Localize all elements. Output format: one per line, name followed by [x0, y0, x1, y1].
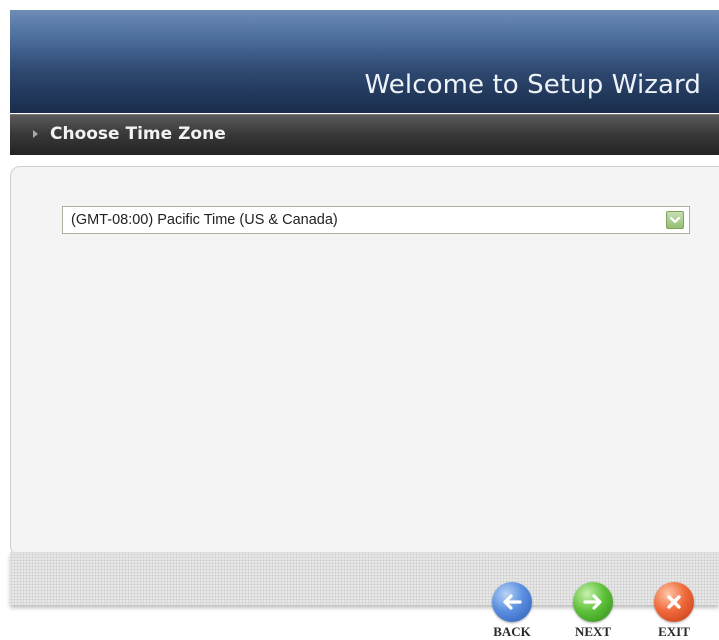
wizard-header: Welcome to Setup Wizard	[10, 10, 719, 113]
exit-label[interactable]: EXIT	[647, 624, 701, 640]
exit-button[interactable]: EXIT	[647, 582, 701, 640]
section-title: Choose Time Zone	[50, 124, 226, 144]
back-label[interactable]: BACK	[485, 624, 539, 640]
timezone-select[interactable]: (GMT-08:00) Pacific Time (US & Canada)	[62, 206, 690, 234]
exit-circle[interactable]	[654, 582, 694, 622]
page-title: Welcome to Setup Wizard	[364, 70, 701, 100]
chevron-down-icon	[669, 216, 681, 224]
next-button[interactable]: NEXT	[566, 582, 620, 640]
next-circle[interactable]	[573, 582, 613, 622]
back-circle[interactable]	[492, 582, 532, 622]
close-icon	[667, 595, 681, 609]
next-label[interactable]: NEXT	[566, 624, 620, 640]
timezone-value: (GMT-08:00) Pacific Time (US & Canada)	[71, 212, 338, 228]
arrow-right-icon	[583, 594, 602, 610]
arrow-right-icon	[33, 130, 38, 138]
section-bar: Choose Time Zone	[10, 114, 719, 155]
dropdown-button[interactable]	[666, 211, 684, 229]
arrow-left-icon	[503, 594, 522, 610]
back-button[interactable]: BACK	[485, 582, 539, 640]
